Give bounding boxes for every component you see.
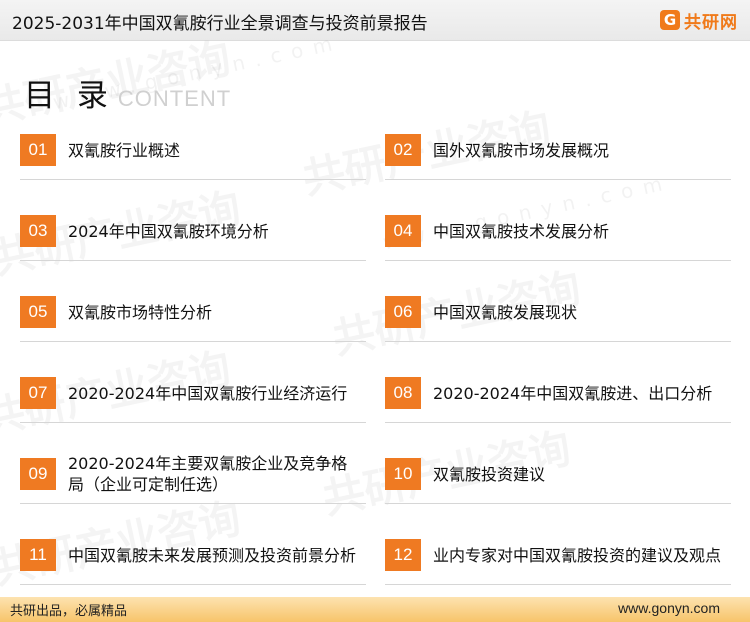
divider (20, 503, 366, 504)
toc-item-label: 双氰胺行业概述 (68, 140, 181, 160)
toc-item-number: 04 (385, 215, 421, 247)
toc-item[interactable]: 04 中国双氰胺技术发展分析 (385, 205, 731, 265)
toc-item[interactable]: 12 业内专家对中国双氰胺投资的建议及观点 (385, 529, 731, 589)
toc-item-label: 业内专家对中国双氰胺投资的建议及观点 (433, 545, 722, 565)
toc-item-label: 国外双氰胺市场发展概况 (433, 140, 610, 160)
toc-item[interactable]: 11 中国双氰胺未来发展预测及投资前景分析 (20, 529, 366, 589)
toc-item[interactable]: 03 2024年中国双氰胺环境分析 (20, 205, 366, 265)
toc-item-number: 10 (385, 458, 421, 490)
toc-item-number: 05 (20, 296, 56, 328)
footer-bar: 共研出品，必属精品 www.gonyn.com (0, 597, 750, 622)
toc-item-number: 02 (385, 134, 421, 166)
toc-item-label: 双氰胺市场特性分析 (68, 302, 213, 322)
divider (385, 260, 731, 261)
toc-item-number: 11 (20, 539, 56, 571)
toc-item-label: 2024年中国双氰胺环境分析 (68, 221, 269, 241)
toc-item-number: 06 (385, 296, 421, 328)
divider (20, 179, 366, 180)
toc-item-number: 01 (20, 134, 56, 166)
toc-item[interactable]: 09 2020-2024年主要双氰胺企业及竞争格局（企业可定制任选） (20, 448, 366, 508)
toc-item[interactable]: 02 国外双氰胺市场发展概况 (385, 124, 731, 184)
footer-url[interactable]: www.gonyn.com (618, 600, 720, 616)
divider (385, 584, 731, 585)
divider (385, 179, 731, 180)
brand-logo[interactable]: G 共研网 (660, 7, 738, 33)
logo-icon: G (660, 10, 680, 30)
toc-item-label: 中国双氰胺发展现状 (433, 302, 578, 322)
footer-slogan: 共研出品，必属精品 (10, 604, 128, 619)
toc-item-label: 2020-2024年主要双氰胺企业及竞争格局（企业可定制任选） (68, 454, 348, 494)
divider (20, 584, 366, 585)
toc-item[interactable]: 07 2020-2024年中国双氰胺行业经济运行 (20, 367, 366, 427)
toc-item-number: 03 (20, 215, 56, 247)
toc-item-number: 07 (20, 377, 56, 409)
toc-item-label: 中国双氰胺技术发展分析 (433, 221, 610, 241)
toc-item-label: 2020-2024年中国双氰胺进、出口分析 (433, 383, 713, 403)
toc-item[interactable]: 01 双氰胺行业概述 (20, 124, 366, 184)
divider (20, 422, 366, 423)
toc-title: 目 录 (24, 78, 114, 114)
toc-item-label: 2020-2024年中国双氰胺行业经济运行 (68, 383, 348, 403)
divider (385, 422, 731, 423)
divider (20, 341, 366, 342)
toc-item[interactable]: 05 双氰胺市场特性分析 (20, 286, 366, 346)
divider (385, 341, 731, 342)
toc-item-number: 12 (385, 539, 421, 571)
divider (385, 503, 731, 504)
toc-heading: 目 录 CONTENT (24, 70, 232, 114)
toc-item-number: 09 (20, 458, 56, 490)
divider (20, 260, 366, 261)
logo-text: 共研网 (684, 12, 738, 33)
toc-item[interactable]: 10 双氰胺投资建议 (385, 448, 731, 508)
report-title: 2025-2031年中国双氰胺行业全景调查与投资前景报告 (12, 14, 428, 34)
header-bar: 2025-2031年中国双氰胺行业全景调查与投资前景报告 G 共研网 (0, 0, 750, 41)
toc-item-label: 双氰胺投资建议 (433, 464, 546, 484)
toc-item-number: 08 (385, 377, 421, 409)
toc-subtitle: CONTENT (117, 86, 232, 111)
toc-item-label: 中国双氰胺未来发展预测及投资前景分析 (68, 545, 357, 565)
toc-item[interactable]: 08 2020-2024年中国双氰胺进、出口分析 (385, 367, 731, 427)
toc-item[interactable]: 06 中国双氰胺发展现状 (385, 286, 731, 346)
